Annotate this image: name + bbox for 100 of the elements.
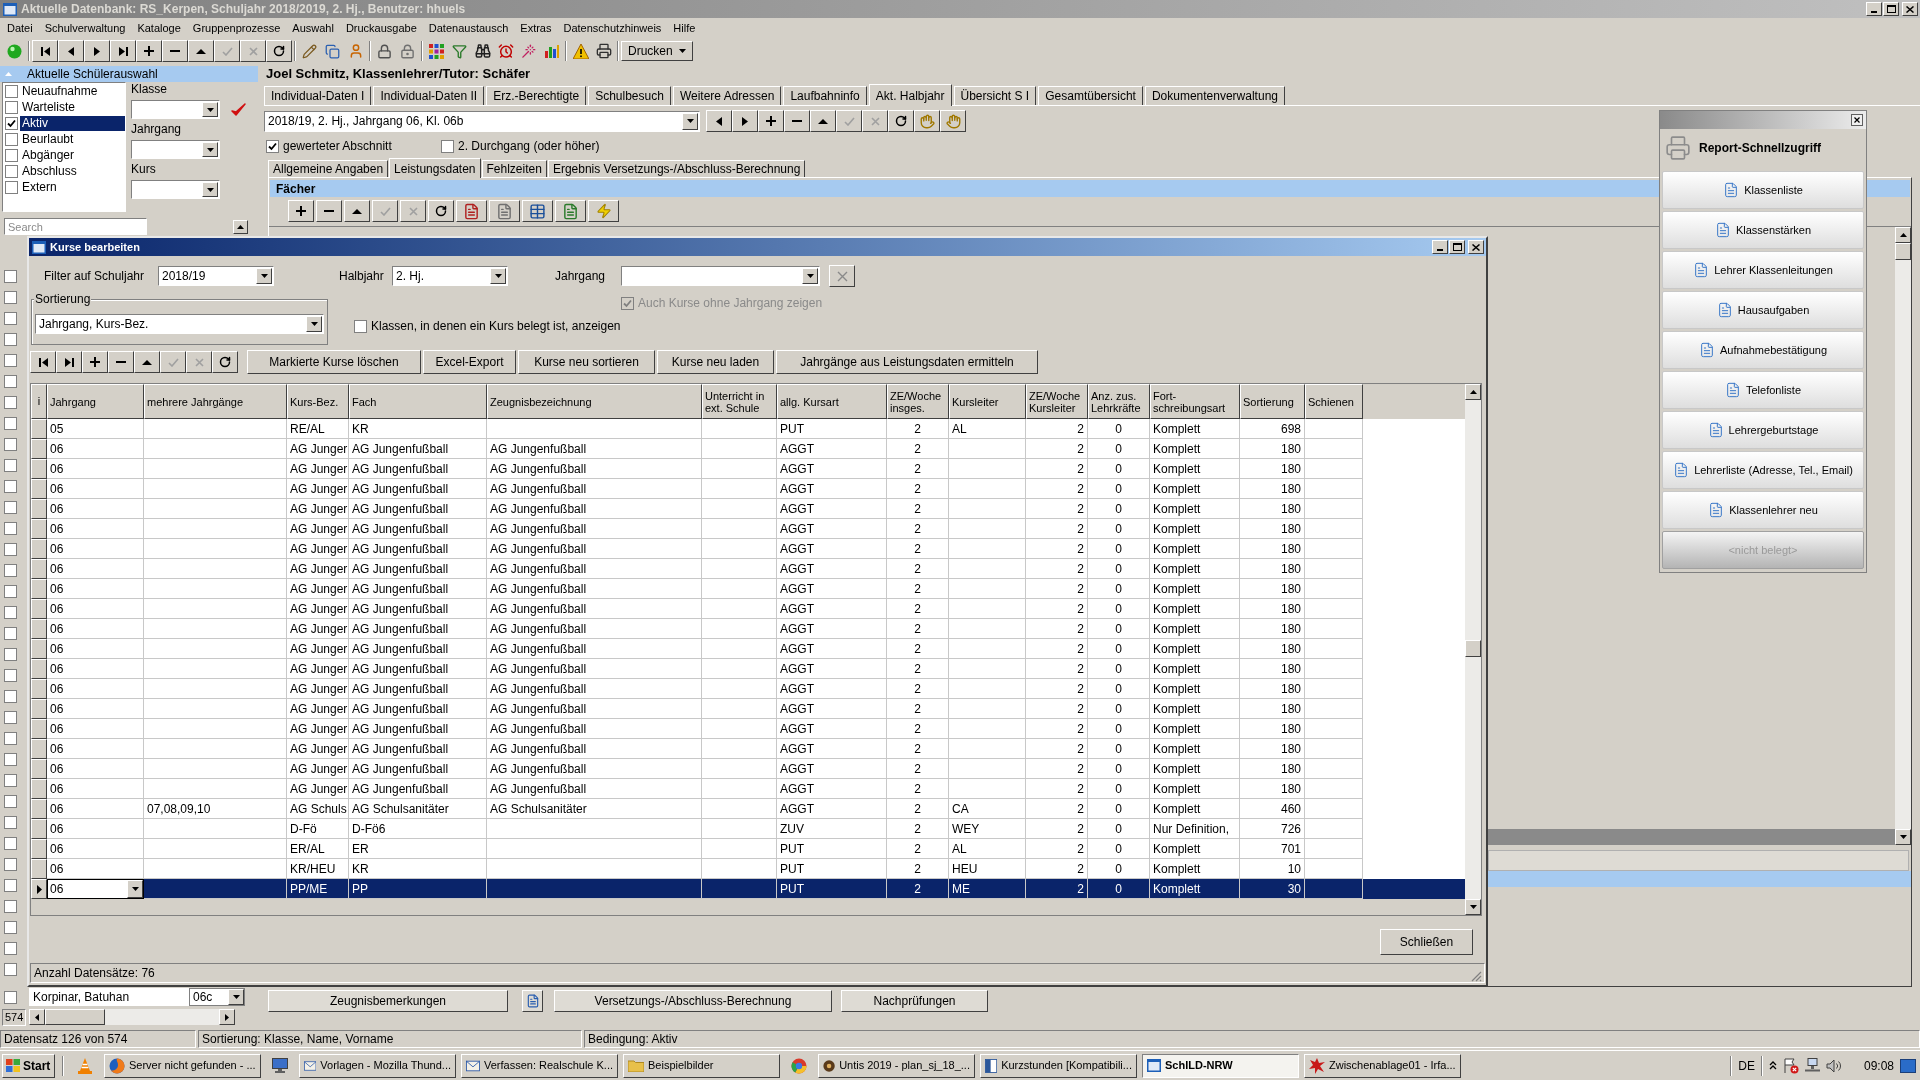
vertical-scrollbar[interactable] bbox=[1895, 227, 1911, 845]
table-row[interactable]: 06 AG Junger AG Jungenfußball AG Jungenfußball AGGT 2 2 0 Komplett 180 bbox=[31, 459, 1465, 479]
checkbox[interactable] bbox=[4, 774, 17, 787]
column-header[interactable]: Fach bbox=[349, 384, 487, 419]
taskbar-item[interactable]: Server nicht gefunden - ... bbox=[104, 1053, 261, 1078]
table-row[interactable]: 06 AG Junger AG Jungenfußball AG Jungenfußball AGGT 2 2 0 Komplett 180 bbox=[31, 519, 1465, 539]
scroll-thumb[interactable] bbox=[45, 1009, 105, 1025]
table-row[interactable]: 06 KR/HEU KR PUT 2 HEU 2 0 Komplett 10 bbox=[31, 859, 1465, 879]
checkbox[interactable] bbox=[4, 480, 17, 493]
checkbox[interactable] bbox=[4, 606, 17, 619]
table-row[interactable]: 06 AG Junger AG Jungenfußball AG Jungenfußball AGGT 2 2 0 Komplett 180 bbox=[31, 699, 1465, 719]
checkbox[interactable] bbox=[5, 164, 18, 178]
column-header[interactable]: allg. Kursart bbox=[777, 384, 887, 419]
checkbox[interactable] bbox=[4, 816, 17, 829]
checkbox[interactable] bbox=[4, 417, 17, 430]
table-row[interactable]: 06 AG Junger AG Jungenfußball AG Jungenfußball AGGT 2 2 0 Komplett 180 bbox=[31, 599, 1465, 619]
table-row[interactable]: 06 07,08,09,10 AG Schuls AG Schulsanitäter AG Schulsanitäter AGGT 2 CA 2 0 Komplett 460 bbox=[31, 799, 1465, 819]
checkbox[interactable] bbox=[4, 375, 17, 388]
checkbox[interactable] bbox=[4, 753, 17, 766]
action-button[interactable]: Nachprüfungen bbox=[841, 989, 988, 1012]
checkbox[interactable] bbox=[354, 319, 367, 333]
scroll-up-button[interactable] bbox=[233, 219, 248, 234]
toolbar-button[interactable] bbox=[58, 40, 84, 62]
close-dialog-button[interactable]: Schließen bbox=[1380, 929, 1473, 955]
checkbox[interactable] bbox=[4, 963, 17, 976]
toolbar-button[interactable] bbox=[732, 110, 758, 132]
checkbox[interactable] bbox=[4, 879, 17, 892]
checkbox[interactable] bbox=[4, 438, 17, 451]
report-button[interactable]: Lehrerliste (Adresse, Tel., Email) bbox=[1662, 451, 1864, 489]
dropdown-button[interactable] bbox=[306, 316, 322, 332]
column-header[interactable]: Schienen bbox=[1305, 384, 1363, 419]
input-field[interactable] bbox=[1488, 850, 1909, 871]
dropdown[interactable] bbox=[131, 100, 220, 119]
menu-item[interactable]: Extras bbox=[514, 19, 558, 37]
toolbar-button[interactable] bbox=[188, 40, 214, 62]
taskbar-item[interactable]: Zwischenablage01 - Irfa... bbox=[1304, 1053, 1461, 1078]
action-button[interactable]: Kurse neu laden bbox=[657, 350, 774, 374]
checkbox[interactable] bbox=[5, 100, 18, 114]
checkbox[interactable] bbox=[4, 522, 17, 535]
table-row[interactable]: 06 AG Junger AG Jungenfußball AG Jungenfußball AGGT 2 2 0 Komplett 180 bbox=[31, 659, 1465, 679]
dropdown[interactable]: 2018/19, 2. Hj., Jahrgang 06, Kl. 06b bbox=[264, 110, 700, 132]
tab[interactable]: Individual-Daten I bbox=[264, 86, 372, 105]
tab[interactable]: Weitere Adressen bbox=[672, 86, 782, 105]
menu-item[interactable]: Datenaustausch bbox=[422, 19, 515, 37]
taskbar-item[interactable]: Kurzstunden [Kompatibili... bbox=[980, 1053, 1137, 1078]
checkbox[interactable] bbox=[4, 711, 17, 724]
action-button[interactable]: Markierte Kurse löschen bbox=[247, 350, 421, 374]
taskbar-item[interactable]: Untis 2019 - plan_sj_18_... bbox=[818, 1053, 975, 1078]
scroll-up-button[interactable] bbox=[1895, 227, 1911, 243]
tab[interactable]: Allgemeine Angaben bbox=[268, 160, 389, 177]
taskbar-item[interactable]: Beispielbilder bbox=[623, 1053, 780, 1078]
table-row[interactable]: 06 AG Junger AG Jungenfußball AG Jungenfußball AGGT 2 2 0 Komplett 180 bbox=[31, 439, 1465, 459]
maximize-button[interactable] bbox=[1883, 2, 1899, 16]
action-button[interactable]: Jahrgänge aus Leistungsdaten ermitteln bbox=[776, 350, 1038, 374]
scroll-right-button[interactable] bbox=[219, 1009, 235, 1025]
column-header[interactable]: Fort-schreibungsart bbox=[1150, 384, 1240, 419]
toolbar-button[interactable] bbox=[555, 200, 586, 222]
table-row[interactable]: 06 AG Junger AG Jungenfußball AG Jungenfußball AGGT 2 2 0 Komplett 180 bbox=[31, 619, 1465, 639]
column-header[interactable]: ZE/Woche Kursleiter bbox=[1026, 384, 1088, 419]
dropdown[interactable]: 06c bbox=[189, 988, 245, 1006]
list-item[interactable]: Extern bbox=[20, 179, 125, 195]
list-item[interactable]: Abschluss bbox=[20, 163, 125, 179]
minimize-button[interactable] bbox=[1432, 240, 1448, 254]
toolbar-button[interactable] bbox=[266, 40, 292, 62]
toolbar-button[interactable] bbox=[588, 200, 619, 222]
toolbar-button[interactable] bbox=[810, 110, 836, 132]
toolbar-button[interactable] bbox=[489, 200, 520, 222]
table-row[interactable]: 06 AG Junger AG Jungenfußball AG Jungenfußball AGGT 2 2 0 Komplett 180 bbox=[31, 779, 1465, 799]
action-button[interactable]: Excel-Export bbox=[423, 350, 516, 374]
action-button[interactable]: Versetzungs-/Abschluss-Berechnung bbox=[554, 989, 832, 1012]
checkbox[interactable] bbox=[4, 459, 17, 472]
toolbar-button[interactable] bbox=[428, 200, 454, 222]
scroll-down-button[interactable] bbox=[1465, 899, 1481, 915]
toolbar-button[interactable] bbox=[84, 40, 110, 62]
horizontal-scrollbar[interactable] bbox=[29, 1009, 235, 1025]
close-button[interactable] bbox=[1851, 114, 1863, 126]
checkbox[interactable] bbox=[4, 564, 17, 577]
report-button[interactable]: Klassenlehrer neu bbox=[1662, 491, 1864, 529]
column-header[interactable]: Unterricht in ext. Schule bbox=[702, 384, 777, 419]
checkbox[interactable] bbox=[5, 116, 18, 130]
toolbar-button[interactable] bbox=[914, 110, 940, 132]
toolbar-button[interactable] bbox=[784, 110, 810, 132]
table-row[interactable]: 06 AG Junger AG Jungenfußball AG Jungenfußball AGGT 2 2 0 Komplett 180 bbox=[31, 739, 1465, 759]
dropdown-button[interactable] bbox=[202, 142, 218, 157]
table-row[interactable]: 06 PP/ME PP PUT 2 ME 2 0 Komplett 30 bbox=[31, 879, 1465, 899]
checkbox[interactable] bbox=[5, 84, 18, 98]
column-header[interactable]: ZE/Woche insges. bbox=[887, 384, 949, 419]
minimize-button[interactable] bbox=[1866, 2, 1882, 16]
checkbox[interactable] bbox=[4, 270, 17, 283]
search-field[interactable]: Search bbox=[4, 218, 147, 235]
checkbox[interactable] bbox=[5, 180, 18, 194]
table-row[interactable]: 06 AG Junger AG Jungenfußball AG Jungenfußball AGGT 2 2 0 Komplett 180 bbox=[31, 679, 1465, 699]
dropdown[interactable]: Jahrgang, Kurs-Bez. bbox=[35, 314, 324, 334]
icon-button[interactable] bbox=[522, 989, 543, 1012]
table-row[interactable]: 06 AG Junger AG Jungenfußball AG Jungenfußball AGGT 2 2 0 Komplett 180 bbox=[31, 479, 1465, 499]
dropdown-button[interactable] bbox=[256, 268, 272, 284]
tab[interactable]: Erz.-Berechtigte bbox=[486, 86, 587, 105]
column-header[interactable]: mehrere Jahrgänge bbox=[144, 384, 287, 419]
toolbar-button[interactable] bbox=[30, 351, 56, 373]
toolbar-button[interactable] bbox=[134, 351, 160, 373]
